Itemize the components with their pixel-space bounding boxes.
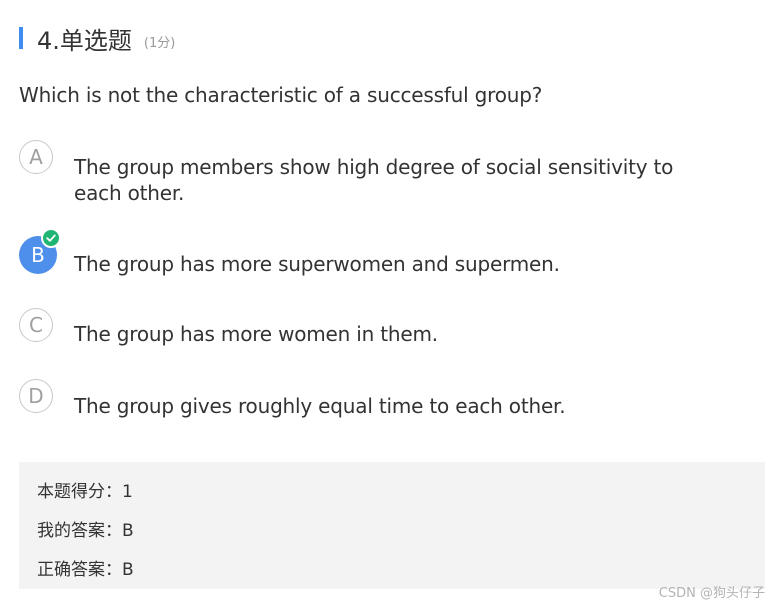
correct-answer-line: 正确答案：B: [37, 560, 134, 580]
option-b-text: The group has more superwomen and superm…: [74, 252, 560, 276]
option-c-text: The group has more women in them.: [74, 322, 438, 346]
question-title: 4.单选题: [37, 26, 132, 55]
watermark: CSDN @狗头仔子: [658, 586, 765, 601]
question-score: (1分): [143, 35, 176, 51]
question-text: Which is not the characteristic of a suc…: [19, 83, 543, 107]
option-d[interactable]: D The group gives roughly equal time to …: [19, 379, 739, 419]
quiz-page: 4.单选题 (1分) Which is not the characterist…: [0, 0, 771, 605]
option-d-text: The group gives roughly equal time to ea…: [74, 394, 566, 418]
option-c-letter[interactable]: C: [19, 308, 53, 342]
option-a-letter[interactable]: A: [19, 140, 53, 174]
my-answer-line: 我的答案：B: [37, 521, 134, 541]
question-header: 4.单选题 (1分): [19, 22, 176, 55]
result-panel: 本题得分：1 我的答案：B 正确答案：B: [19, 462, 765, 589]
option-a-text: The group members show high degree of so…: [74, 155, 674, 205]
option-b[interactable]: B The group has more superwomen and supe…: [19, 228, 739, 276]
option-a[interactable]: A The group members show high degree of …: [19, 140, 739, 210]
score-line: 本题得分：1: [37, 482, 133, 502]
accent-bar: [19, 27, 23, 49]
option-d-letter[interactable]: D: [19, 379, 53, 413]
option-c[interactable]: C The group has more women in them.: [19, 308, 739, 348]
check-icon: [41, 228, 61, 248]
